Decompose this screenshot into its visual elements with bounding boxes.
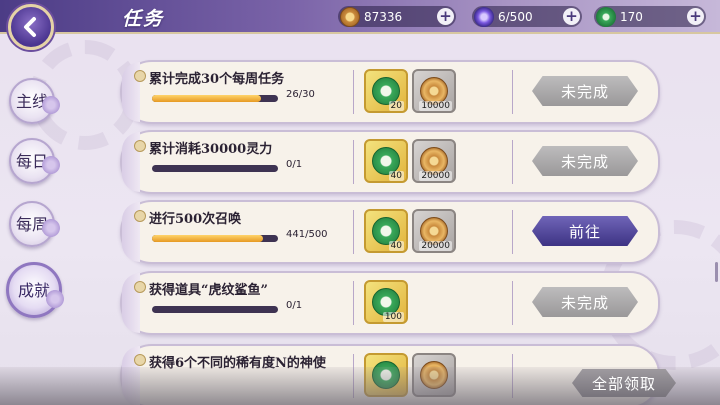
reward-quantity: 100 <box>382 312 404 322</box>
top-bar: 任务 87336 + 6/500 + 170 + <box>0 0 720 34</box>
progress-bar <box>152 165 278 172</box>
stamina-value: 6/500 <box>498 9 533 24</box>
task-name: 累计完成30个每周任务 <box>149 72 285 87</box>
divider <box>353 281 354 325</box>
coin-counter: 87336 + <box>338 6 456 27</box>
flower-decoration <box>42 96 60 114</box>
progress-fill <box>152 95 262 102</box>
page-title: 任务 <box>122 8 165 30</box>
progress-bar <box>152 95 278 102</box>
incomplete-button: 未完成 <box>532 76 638 106</box>
add-jade-button[interactable]: + <box>687 8 704 25</box>
divider <box>512 210 513 254</box>
progress-bar <box>152 235 278 242</box>
progress-fill <box>152 235 264 242</box>
spirit-flame-icon <box>474 6 494 27</box>
goto-button[interactable]: 前往 <box>532 216 638 246</box>
incomplete-button: 未完成 <box>532 146 638 176</box>
divider <box>512 70 513 114</box>
task-row: 累计完成30个每周任务 26/30 20 10000 未完成 <box>120 60 660 124</box>
claim-all-button[interactable]: 全部领取 <box>572 369 676 397</box>
task-row: 累计消耗30000灵力 0/1 40 20000 未完成 <box>120 130 660 194</box>
reward-item[interactable]: 20000 <box>412 139 456 183</box>
stamina-counter: 6/500 + <box>472 6 582 27</box>
divider <box>353 210 354 254</box>
task-row: 获得道具“虎纹鲨鱼” 0/1 100 未完成 <box>120 271 660 335</box>
reward-quantity: 20000 <box>419 241 452 251</box>
progress-text: 0/1 <box>286 300 303 311</box>
divider <box>512 140 513 184</box>
task-bullet-icon <box>134 281 146 293</box>
coin-icon <box>340 6 360 27</box>
add-coin-button[interactable]: + <box>437 8 454 25</box>
task-bullet-icon <box>134 354 146 366</box>
divider <box>353 140 354 184</box>
scrollbar[interactable] <box>715 262 718 282</box>
jade-counter: 170 + <box>594 6 706 27</box>
reward-quantity: 40 <box>388 241 404 251</box>
task-bullet-icon <box>134 70 146 82</box>
progress-text: 0/1 <box>286 159 303 170</box>
reward-quantity: 10000 <box>419 101 452 111</box>
reward-item[interactable]: 40 <box>364 139 408 183</box>
reward-quantity: 20000 <box>419 171 452 181</box>
reward-item[interactable]: 20000 <box>412 209 456 253</box>
flower-decoration <box>42 156 60 174</box>
progress-bar <box>152 306 278 313</box>
coin-value: 87336 <box>364 9 403 24</box>
flower-decoration <box>46 290 64 308</box>
jade-icon <box>596 6 616 27</box>
progress-text: 26/30 <box>286 89 315 100</box>
flower-decoration <box>42 219 60 237</box>
task-row: 进行500次召唤 441/500 40 20000 前往 <box>120 200 660 264</box>
back-arrow-icon <box>24 17 36 37</box>
back-button[interactable] <box>8 4 54 50</box>
task-bullet-icon <box>134 140 146 152</box>
task-name: 获得道具“虎纹鲨鱼” <box>149 283 268 298</box>
task-name: 进行500次召唤 <box>149 212 242 227</box>
add-stamina-button[interactable]: + <box>563 8 580 25</box>
reward-item[interactable]: 100 <box>364 280 408 324</box>
incomplete-button: 未完成 <box>532 287 638 317</box>
divider <box>512 281 513 325</box>
reward-item[interactable]: 20 <box>364 69 408 113</box>
task-name: 累计消耗30000灵力 <box>149 142 273 157</box>
progress-text: 441/500 <box>286 229 328 240</box>
reward-quantity: 20 <box>388 101 404 111</box>
reward-item[interactable]: 40 <box>364 209 408 253</box>
task-bullet-icon <box>134 210 146 222</box>
jade-value: 170 <box>620 9 643 24</box>
divider <box>353 70 354 114</box>
reward-item[interactable]: 10000 <box>412 69 456 113</box>
reward-quantity: 40 <box>388 171 404 181</box>
